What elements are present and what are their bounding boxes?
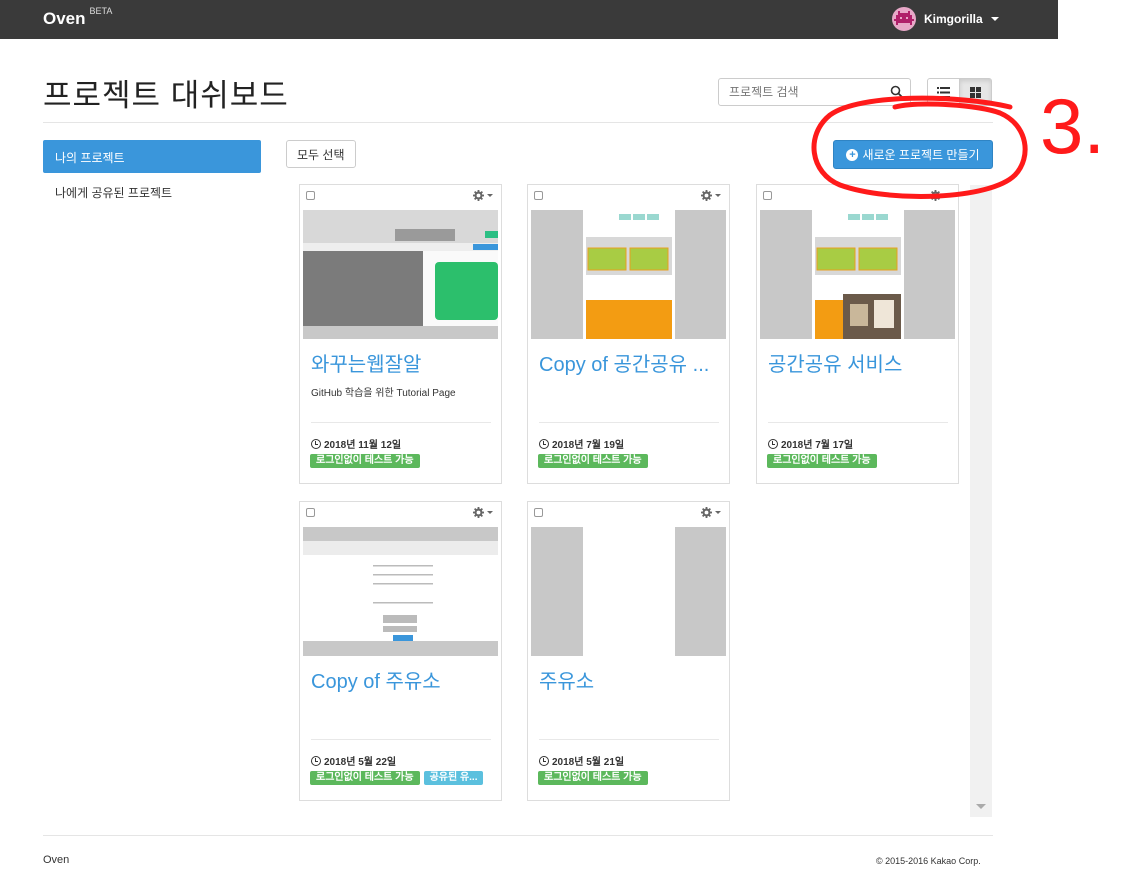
caret-down-icon (990, 17, 999, 21)
status-badge: 로그인없이 테스트 가능 (767, 454, 877, 468)
card-divider (311, 739, 491, 740)
project-title[interactable]: Copy of 공간공유 ... (539, 348, 724, 377)
project-date: 2018년 5월 21일 (539, 753, 624, 768)
gear-icon (473, 190, 484, 201)
project-title[interactable]: 주유소 (539, 665, 724, 694)
page-title: 프로젝트 대쉬보드 (43, 78, 289, 113)
card-checkbox[interactable] (534, 508, 543, 517)
card-divider (311, 422, 491, 423)
badge-list: 로그인없이 테스트 가능 공유된 유... (310, 771, 484, 785)
project-thumbnail[interactable] (531, 210, 726, 339)
card-checkbox[interactable] (306, 191, 315, 200)
clock-icon (768, 438, 778, 449)
project-date-text: 2018년 5월 21일 (552, 757, 625, 768)
chevron-down-icon (715, 511, 721, 514)
clock-icon (539, 438, 549, 449)
project-card[interactable]: Copy of 주유소 2018년 5월 22일 로그인없이 테스트 가능 공유… (299, 501, 502, 801)
invader-avatar-icon (894, 11, 914, 25)
project-thumbnail[interactable] (303, 527, 498, 656)
card-checkbox[interactable] (534, 191, 543, 200)
badge-list: 로그인없이 테스트 가능 (767, 454, 877, 468)
card-checkbox[interactable] (306, 508, 315, 517)
status-badge: 로그인없이 테스트 가능 (538, 771, 648, 785)
avatar (892, 7, 916, 31)
project-date-text: 2018년 7월 19일 (552, 440, 625, 451)
footer-brand: Oven (43, 854, 70, 866)
shared-badge: 공유된 유... (423, 771, 484, 785)
sidebar-item-shared-projects[interactable]: 나에게 공유된 프로젝트 (43, 175, 261, 208)
top-navbar: Oven BETA Kimgorilla (0, 0, 1058, 39)
badge-list: 로그인없이 테스트 가능 (538, 771, 648, 785)
status-badge: 로그인없이 테스트 가능 (310, 454, 420, 468)
project-card[interactable]: 와꾸는웹잘알 GitHub 학습을 위한 Tutorial Page 2018년… (299, 184, 502, 484)
chevron-down-icon (715, 194, 721, 197)
project-card[interactable]: 공간공유 서비스 2018년 7월 17일 로그인없이 테스트 가능 (756, 184, 959, 484)
red-annotation-circle: 3. (811, 82, 1105, 199)
status-badge: 로그인없이 테스트 가능 (538, 454, 648, 468)
user-name: Kimgorilla (924, 12, 983, 26)
sidebar-item-my-projects[interactable]: 나의 프로젝트 (43, 140, 261, 173)
scroll-down-icon[interactable] (976, 804, 986, 809)
card-settings-menu[interactable] (473, 190, 493, 201)
select-all-button[interactable]: 모두 선택 (286, 140, 356, 168)
clock-icon (539, 755, 549, 766)
annotation-text: 3. (1040, 82, 1105, 170)
project-title[interactable]: 와꾸는웹잘알 (311, 348, 496, 377)
status-badge: 로그인없이 테스트 가능 (310, 771, 420, 785)
card-divider (768, 422, 948, 423)
project-description: GitHub 학습을 위한 Tutorial Page (311, 388, 456, 399)
clock-icon (311, 755, 321, 766)
card-settings-menu[interactable] (701, 507, 721, 518)
project-date: 2018년 7월 17일 (768, 436, 853, 451)
gear-icon (473, 507, 484, 518)
brand-name: Oven (43, 9, 86, 28)
project-title[interactable]: Copy of 주유소 (311, 665, 496, 694)
brand-beta-label: BETA (89, 6, 113, 17)
user-menu[interactable]: Kimgorilla (892, 7, 999, 31)
card-divider (539, 422, 719, 423)
project-date: 2018년 11월 12일 (311, 436, 401, 451)
project-thumbnail[interactable] (760, 210, 955, 339)
project-thumbnail[interactable] (303, 210, 498, 339)
project-date: 2018년 5월 22일 (311, 753, 396, 768)
project-card[interactable]: Copy of 공간공유 ... 2018년 7월 19일 로그인없이 테스트 … (527, 184, 730, 484)
project-card[interactable]: 주유소 2018년 5월 21일 로그인없이 테스트 가능 (527, 501, 730, 801)
gear-icon (701, 507, 712, 518)
chevron-down-icon (487, 511, 493, 514)
project-title[interactable]: 공간공유 서비스 (768, 348, 953, 377)
brand-logo[interactable]: Oven BETA (43, 6, 113, 29)
card-settings-menu[interactable] (473, 507, 493, 518)
footer-divider (43, 835, 993, 836)
footer-copyright: © 2015-2016 Kakao Corp. (876, 856, 981, 866)
project-date-text: 2018년 11월 12일 (324, 440, 402, 451)
card-divider (539, 739, 719, 740)
card-settings-menu[interactable] (701, 190, 721, 201)
badge-list: 로그인없이 테스트 가능 (310, 454, 420, 468)
gear-icon (701, 190, 712, 201)
clock-icon (311, 438, 321, 449)
project-date-text: 2018년 7월 17일 (781, 440, 854, 451)
project-date: 2018년 7월 19일 (539, 436, 624, 451)
project-date-text: 2018년 5월 22일 (324, 757, 397, 768)
badge-list: 로그인없이 테스트 가능 (538, 454, 648, 468)
chevron-down-icon (487, 194, 493, 197)
scrollbar[interactable] (970, 185, 992, 817)
card-checkbox[interactable] (763, 191, 772, 200)
project-thumbnail[interactable] (531, 527, 726, 656)
